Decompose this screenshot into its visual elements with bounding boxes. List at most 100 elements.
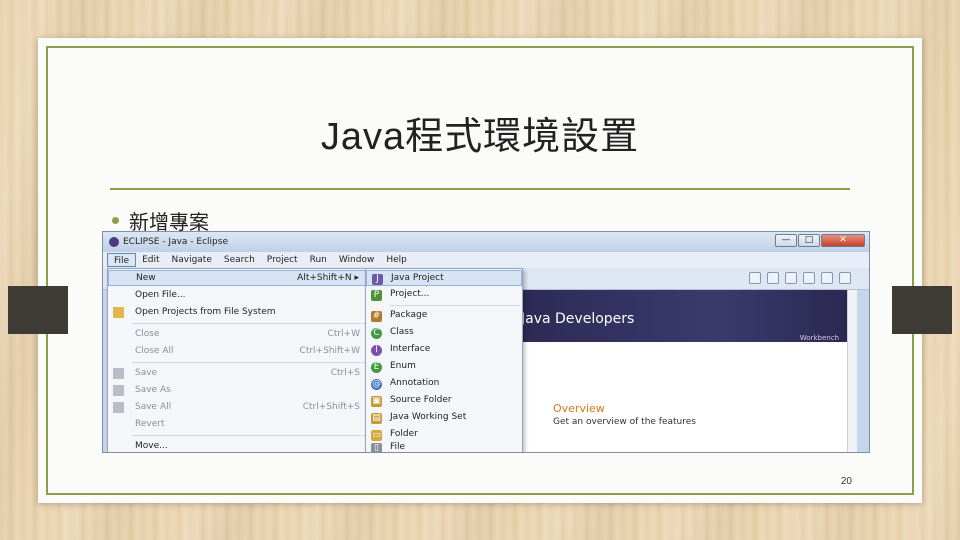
title-divider	[110, 188, 850, 190]
file-menu-revert[interactable]: Revert	[108, 416, 368, 432]
file-menu-close[interactable]: Close Ctrl+W	[108, 326, 368, 342]
submenu-java-working-set[interactable]: ▤ Java Working Set	[366, 410, 522, 426]
interface-icon: I	[371, 345, 382, 356]
submenu-enum[interactable]: E Enum	[366, 359, 522, 375]
folder-icon	[113, 307, 124, 318]
file-menu-item-label: Save	[135, 368, 158, 378]
eclipse-window: ECLIPSE - Java - Eclipse — □ ✕ File Edit…	[102, 231, 870, 453]
menu-window[interactable]: Window	[333, 253, 381, 267]
file-menu-item-label: Close All	[135, 346, 174, 356]
submenu-item-label: Class	[390, 327, 414, 337]
eclipse-icon	[109, 237, 119, 247]
menu-help[interactable]: Help	[380, 253, 413, 267]
welcome-toolbar	[749, 272, 851, 284]
file-menu-item-label: Open File...	[135, 290, 186, 300]
submenu-java-project[interactable]: J Java Project	[366, 270, 522, 286]
file-menu-new[interactable]: New Alt+Shift+N ▸	[108, 270, 368, 286]
class-icon: C	[371, 328, 382, 339]
submenu-item-label: Java Working Set	[390, 412, 467, 422]
menu-separator	[132, 323, 366, 324]
file-menu-item-label: Close	[135, 329, 160, 339]
window-controls: — □ ✕	[775, 234, 865, 247]
submenu-item-label: File	[390, 442, 406, 452]
file-menu-save-as[interactable]: Save As	[108, 382, 368, 398]
back-icon[interactable]	[767, 272, 779, 284]
file-menu-save-all[interactable]: Save All Ctrl+Shift+S	[108, 399, 368, 415]
file-menu-item-shortcut: Ctrl+W	[327, 329, 360, 339]
welcome-heading: Java Developers	[521, 311, 635, 327]
file-menu-close-all[interactable]: Close All Ctrl+Shift+W	[108, 343, 368, 359]
menu-separator	[132, 362, 366, 363]
submenu-source-folder[interactable]: ▣ Source Folder	[366, 393, 522, 409]
submenu-package[interactable]: # Package	[366, 308, 522, 324]
submenu-item-label: Enum	[390, 361, 416, 371]
file-menu-item-shortcut: Ctrl+Shift+W	[299, 346, 360, 356]
menu-edit[interactable]: Edit	[136, 253, 165, 267]
submenu-item-label: Source Folder	[390, 395, 452, 405]
bullet-dot	[112, 217, 119, 224]
workbench-link[interactable]: Workbench	[800, 334, 839, 342]
home-icon[interactable]	[749, 272, 761, 284]
menu-separator	[390, 305, 520, 306]
source-folder-icon: ▣	[371, 396, 382, 407]
overview-description: Get an overview of the features	[553, 417, 696, 427]
file-menu-item-label: New	[136, 273, 156, 283]
right-side-tab	[892, 286, 952, 334]
forward-icon[interactable]	[785, 272, 797, 284]
submenu-item-label: Java Project	[391, 273, 444, 283]
file-menu-item-shortcut: Alt+Shift+N ▸	[297, 273, 359, 283]
file-menu-move[interactable]: Move...	[108, 438, 368, 452]
menubar: File Edit Navigate Search Project Run Wi…	[103, 252, 869, 268]
save-as-icon	[113, 385, 124, 396]
file-menu-item-label: Move...	[135, 441, 168, 451]
file-menu: New Alt+Shift+N ▸ Open File... Open Proj…	[107, 268, 369, 452]
file-icon: ▯	[371, 443, 382, 452]
project-icon: P	[371, 290, 382, 301]
submenu-item-label: Interface	[390, 344, 431, 354]
overview-link[interactable]: Overview	[553, 402, 605, 415]
submenu-item-label: Annotation	[390, 378, 440, 388]
menu-search[interactable]: Search	[218, 253, 261, 267]
file-menu-open-file[interactable]: Open File...	[108, 287, 368, 303]
maximize-view-icon[interactable]	[839, 272, 851, 284]
submenu-interface[interactable]: I Interface	[366, 342, 522, 358]
save-all-icon	[113, 402, 124, 413]
submenu-item-label: Package	[390, 310, 428, 320]
working-set-icon: ▤	[371, 413, 382, 424]
page-number: 20	[840, 476, 852, 487]
file-menu-item-label: Save As	[135, 385, 171, 395]
file-menu-item-label: Open Projects from File System	[135, 307, 276, 317]
maximize-button[interactable]: □	[798, 234, 820, 247]
customize-icon[interactable]	[803, 272, 815, 284]
menu-navigate[interactable]: Navigate	[166, 253, 218, 267]
vertical-scrollbar[interactable]	[847, 290, 857, 452]
file-menu-item-label: Revert	[135, 419, 165, 429]
close-button[interactable]: ✕	[821, 234, 865, 247]
new-submenu: J Java Project P Project... # Package C …	[365, 268, 523, 452]
menu-file[interactable]: File	[107, 253, 137, 267]
window-titlebar: ECLIPSE - Java - Eclipse — □ ✕	[103, 232, 869, 252]
minimize-view-icon[interactable]	[821, 272, 833, 284]
save-icon	[113, 368, 124, 379]
package-icon: #	[371, 311, 382, 322]
submenu-file[interactable]: ▯ File	[366, 440, 522, 452]
enum-icon: E	[371, 362, 382, 373]
slide-title: Java程式環境設置	[320, 116, 640, 158]
submenu-item-label: Folder	[390, 429, 418, 439]
left-side-tab	[8, 286, 68, 334]
submenu-project[interactable]: P Project...	[366, 287, 522, 303]
file-menu-item-shortcut: Ctrl+S	[330, 368, 360, 378]
menu-project[interactable]: Project	[261, 253, 304, 267]
file-menu-save[interactable]: Save Ctrl+S	[108, 365, 368, 381]
file-menu-item-label: Save All	[135, 402, 172, 412]
menu-run[interactable]: Run	[304, 253, 333, 267]
welcome-body	[523, 342, 847, 452]
submenu-class[interactable]: C Class	[366, 325, 522, 341]
menu-separator	[132, 435, 366, 436]
minimize-button[interactable]: —	[775, 234, 797, 247]
window-title: ECLIPSE - Java - Eclipse	[123, 237, 228, 247]
annotation-icon: @	[371, 379, 382, 390]
submenu-annotation[interactable]: @ Annotation	[366, 376, 522, 392]
file-menu-item-shortcut: Ctrl+Shift+S	[302, 402, 360, 412]
file-menu-open-projects[interactable]: Open Projects from File System	[108, 304, 368, 320]
